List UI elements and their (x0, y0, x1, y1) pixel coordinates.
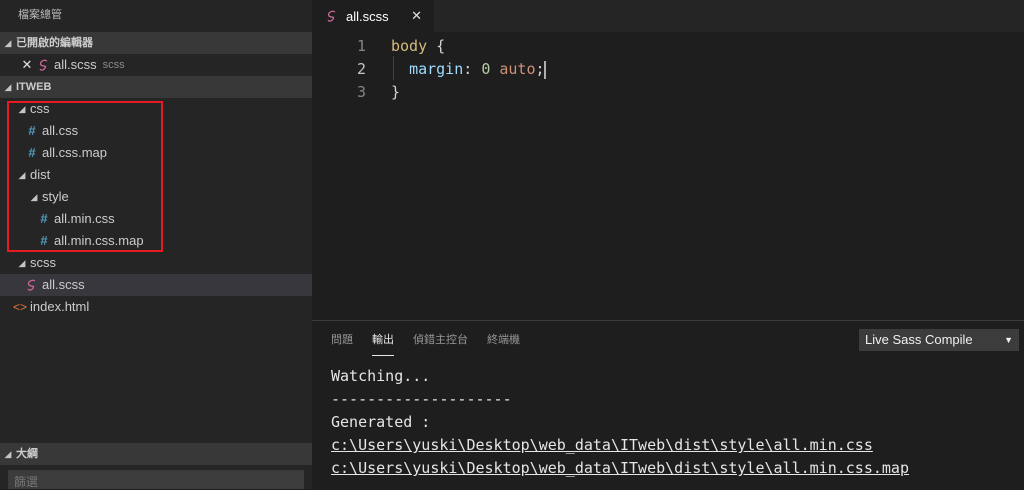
code-line: 1 body { (312, 34, 1024, 58)
outline-header[interactable]: ◢ 大綱 (0, 443, 312, 465)
close-icon[interactable]: ✕ (18, 54, 36, 76)
css-hash-icon: # (40, 211, 48, 226)
tree-file-all-min-css[interactable]: # all.min.css (0, 208, 312, 230)
code-selector: body (391, 37, 428, 55)
tree-folder-scss[interactable]: ◢ scss (0, 252, 312, 274)
css-hash-icon: # (28, 145, 36, 160)
code-keyword: auto (499, 60, 536, 78)
css-hash-icon: # (40, 233, 48, 248)
expanded-triangle-icon: ◢ (30, 192, 38, 202)
explorer-title: 檔案總管 (18, 9, 62, 21)
expanded-triangle-icon: ◢ (18, 258, 26, 268)
expanded-triangle-icon: ◢ (4, 38, 12, 48)
editor-tab-bar: all.scss ✕ (312, 0, 1024, 32)
output-file-link[interactable]: c:\Users\yuski\Desktop\web_data\ITweb\di… (331, 457, 909, 480)
expanded-triangle-icon: ◢ (18, 104, 26, 114)
tab-debug-console[interactable]: 偵錯主控台 (413, 321, 468, 355)
code-number: 0 (481, 60, 491, 78)
code-editor[interactable]: 1 body { 2 margin: 0 auto; 3 } (312, 32, 1024, 320)
panel-tabs: 問題 輸出 偵錯主控台 終端機 (331, 321, 539, 357)
text-cursor (543, 60, 546, 79)
sass-file-icon (24, 279, 40, 292)
output-line: Generated : (331, 413, 431, 431)
sass-file-icon (36, 59, 52, 72)
tab-problems[interactable]: 問題 (331, 321, 353, 355)
code-punctuation: } (391, 83, 401, 101)
tree-file-all-css[interactable]: # all.css (0, 120, 312, 142)
tree-folder-css[interactable]: ◢ css (0, 98, 312, 120)
code-line: 3 } (312, 80, 1024, 104)
code-punctuation: { (427, 37, 446, 55)
output-line: -------------------- (331, 390, 512, 408)
explorer-sidebar: 檔案總管 ◢ 已開啟的編輯器 ✕ all.scss scss ◢ ITWEB ◢… (0, 0, 312, 489)
expanded-triangle-icon: ◢ (18, 170, 26, 180)
bottom-panel: 問題 輸出 偵錯主控台 終端機 Live Sass Compile ▼ Watc… (312, 320, 1024, 490)
close-icon[interactable]: ✕ (411, 8, 422, 24)
output-text: Watching... -------------------- Generat… (331, 365, 909, 480)
tab-output[interactable]: 輸出 (372, 321, 394, 356)
code-punctuation: : (463, 60, 482, 78)
project-header[interactable]: ◢ ITWEB (0, 76, 312, 98)
tree-file-all-scss[interactable]: all.scss (0, 274, 312, 296)
tree-file-all-css-map[interactable]: # all.css.map (0, 142, 312, 164)
expanded-triangle-icon: ◢ (4, 82, 12, 92)
open-editors-header[interactable]: ◢ 已開啟的編輯器 (0, 32, 312, 54)
expanded-triangle-icon: ◢ (4, 449, 12, 459)
tree-file-all-min-css-map[interactable]: # all.min.css.map (0, 230, 312, 252)
tab-terminal[interactable]: 終端機 (487, 321, 520, 355)
tab-all-scss[interactable]: all.scss ✕ (312, 0, 434, 32)
tree-file-index-html[interactable]: <> index.html (0, 296, 312, 318)
line-number: 3 (356, 83, 366, 101)
tree-folder-style[interactable]: ◢ style (0, 186, 312, 208)
open-editor-item[interactable]: ✕ all.scss scss (0, 54, 312, 76)
css-hash-icon: # (28, 123, 36, 138)
html-brackets-icon: <> (12, 300, 27, 314)
chevron-down-icon: ▼ (1004, 335, 1013, 345)
output-line: Watching... (331, 367, 431, 385)
outline-filter-input[interactable] (8, 470, 304, 489)
code-line: 2 margin: 0 auto; (312, 57, 1024, 81)
sass-file-icon (324, 10, 340, 23)
line-number: 2 (356, 60, 366, 78)
tree-folder-dist[interactable]: ◢ dist (0, 164, 312, 186)
output-file-link[interactable]: c:\Users\yuski\Desktop\web_data\ITweb\di… (331, 434, 909, 457)
line-number: 1 (356, 37, 366, 55)
output-channel-select[interactable]: Live Sass Compile ▼ (859, 329, 1019, 351)
code-property: margin (409, 60, 464, 78)
